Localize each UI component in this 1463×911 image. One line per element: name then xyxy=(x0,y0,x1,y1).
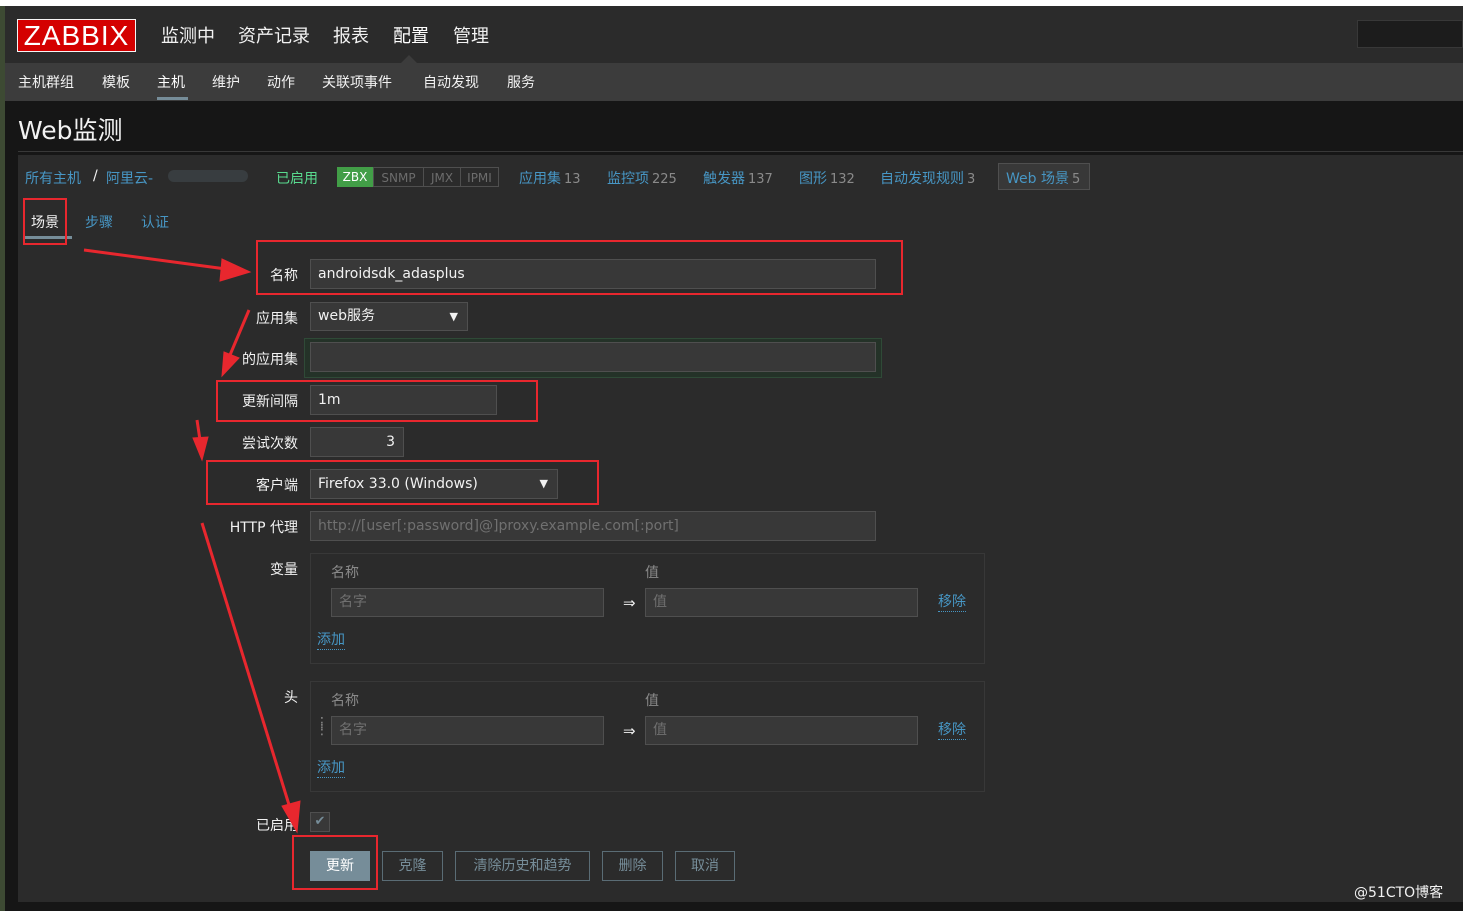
annotation-arrows xyxy=(83,248,301,834)
annotation-arrow-head xyxy=(221,351,240,378)
annotation-arrow-head xyxy=(219,258,252,282)
watermark: @51CTO博客 xyxy=(1354,885,1444,901)
annotation-arrow-head xyxy=(192,436,209,462)
annotation-arrow-head xyxy=(281,800,301,834)
annotation-arrow-line xyxy=(195,419,202,441)
annotation-arrow-line xyxy=(228,309,251,356)
annotation-arrow-line xyxy=(83,248,227,271)
annotation-arrow-line xyxy=(200,522,292,809)
